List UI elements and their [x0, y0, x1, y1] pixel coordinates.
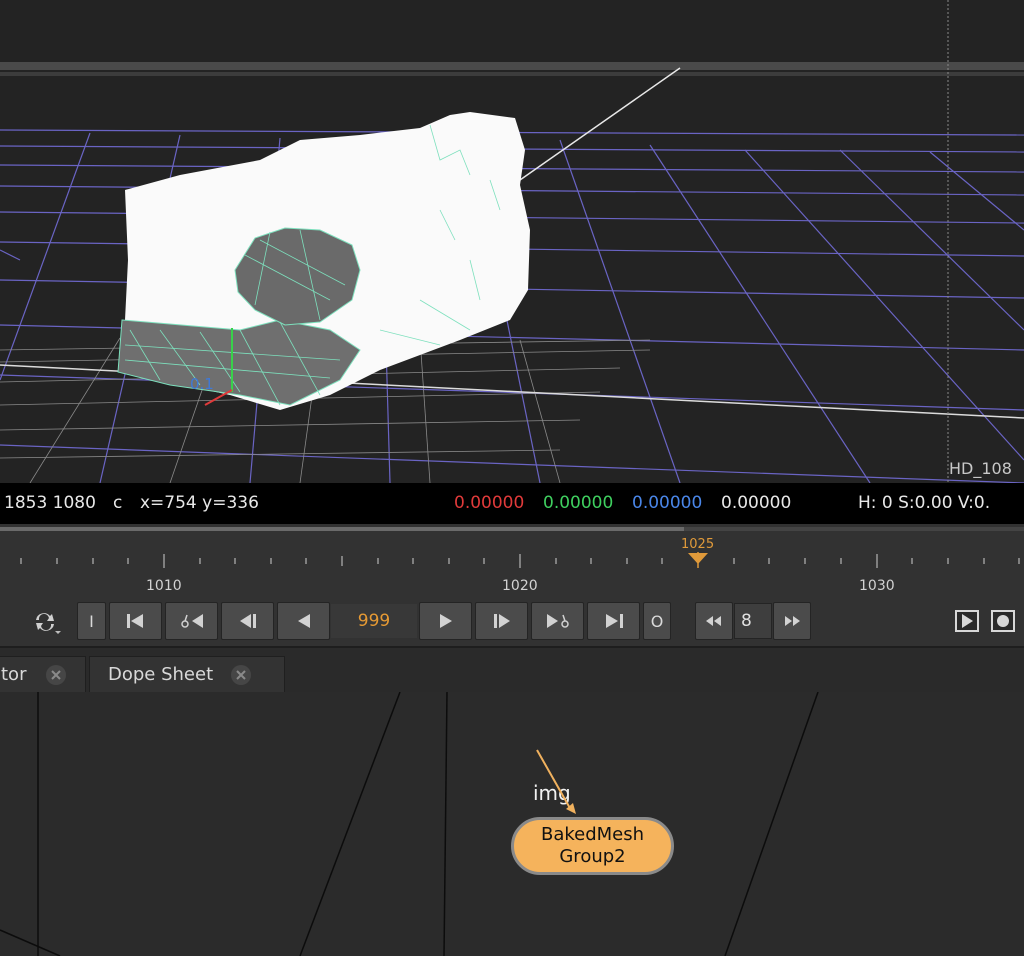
- viewer-3d[interactable]: 0.1 HD_108: [0, 0, 1024, 483]
- blue-value: 0.00000: [632, 493, 703, 513]
- skip-to-start-icon: [126, 614, 143, 628]
- rewind-icon: [706, 616, 721, 626]
- next-frame-button[interactable]: [475, 602, 528, 640]
- fast-forward-icon: [785, 616, 800, 626]
- in-point-button[interactable]: I: [77, 602, 106, 640]
- tab-dope-sheet[interactable]: Dope Sheet: [89, 656, 285, 692]
- last-frame-button[interactable]: [587, 602, 640, 640]
- backdrop-lines: [0, 692, 819, 956]
- hsv-readout: H: 0 S:0.00 V:0.: [858, 493, 991, 513]
- step-forward-increment-button[interactable]: [773, 602, 811, 640]
- viewer-record-toggle[interactable]: [991, 610, 1015, 632]
- axis-line-diagonal: [519, 67, 681, 181]
- viewer-canvas: [0, 0, 1024, 483]
- play-box-icon: [962, 614, 973, 628]
- tick-label-1030: 1030: [859, 578, 895, 594]
- green-value: 0.00000: [543, 493, 614, 513]
- tick-label-1010: 1010: [146, 578, 182, 594]
- record-dot-icon: [997, 615, 1009, 627]
- tab-label-graph: tor: [1, 664, 27, 685]
- node-name-line2: Group2: [559, 846, 626, 867]
- viewer-play-toggle[interactable]: [955, 610, 979, 632]
- node-name-line1: BakedMesh: [540, 824, 645, 845]
- current-frame-field[interactable]: 999: [331, 604, 417, 638]
- timeline-range-bar: [0, 527, 684, 531]
- channel-flag: c: [113, 493, 123, 513]
- playhead-marker[interactable]: [688, 553, 708, 564]
- horizon-band: [0, 62, 1024, 70]
- tick-label-1020: 1020: [502, 578, 538, 594]
- play-backward-button[interactable]: [277, 602, 330, 640]
- previous-keyframe-icon: [180, 614, 203, 628]
- in-point-label: I: [89, 611, 94, 631]
- loop-icon: [36, 613, 61, 634]
- frame-increment-field[interactable]: 8: [734, 603, 772, 639]
- out-point-label: O: [650, 611, 664, 631]
- tab-label-dope-sheet: Dope Sheet: [108, 664, 214, 685]
- baked-mesh-node[interactable]: BakedMesh Group2: [511, 817, 674, 875]
- red-value: 0.00000: [454, 493, 525, 513]
- node-input-label: img: [533, 781, 571, 805]
- node-graph-canvas[interactable]: img BakedMesh Group2: [0, 692, 1024, 956]
- cursor-coordinates: x=754 y=336: [140, 493, 259, 513]
- playhead-frame-label: 1025: [681, 537, 715, 552]
- first-frame-button[interactable]: [109, 602, 162, 640]
- alpha-value: 0.00000: [721, 493, 792, 513]
- axis-value-label: 0.1: [190, 375, 214, 393]
- next-keyframe-button[interactable]: [531, 602, 584, 640]
- timeline-ruler[interactable]: 1025 1010 1020 1030: [0, 524, 1024, 596]
- pixel-info-bar: 1853 1080 c x=754 y=336 0.00000 0.00000 …: [0, 483, 1024, 524]
- close-icon[interactable]: [231, 664, 252, 685]
- horizon-band-2: [0, 72, 1024, 76]
- play-backward-icon: [297, 614, 310, 628]
- transport-controls: I 999 O 8: [0, 596, 1024, 648]
- close-icon[interactable]: [46, 664, 67, 685]
- loop-mode-button[interactable]: [30, 608, 64, 636]
- out-point-button[interactable]: O: [643, 602, 671, 640]
- play-icon: [439, 614, 452, 628]
- previous-keyframe-button[interactable]: [165, 602, 218, 640]
- panel-tab-bar: tor Dope Sheet: [0, 650, 1024, 692]
- tab-node-graph[interactable]: tor: [0, 656, 86, 692]
- previous-frame-button[interactable]: [221, 602, 274, 640]
- step-forward-icon: [493, 614, 510, 628]
- play-forward-button[interactable]: [419, 602, 472, 640]
- format-label: HD_108: [949, 459, 1012, 478]
- baked-mesh-object[interactable]: [117, 112, 530, 410]
- next-keyframe-icon: [546, 614, 569, 628]
- image-dimensions: 1853 1080: [4, 493, 96, 513]
- step-back-increment-button[interactable]: [695, 602, 733, 640]
- step-back-icon: [239, 614, 256, 628]
- timeline-range-bar-rest: [684, 527, 1024, 531]
- skip-to-end-icon: [605, 614, 623, 628]
